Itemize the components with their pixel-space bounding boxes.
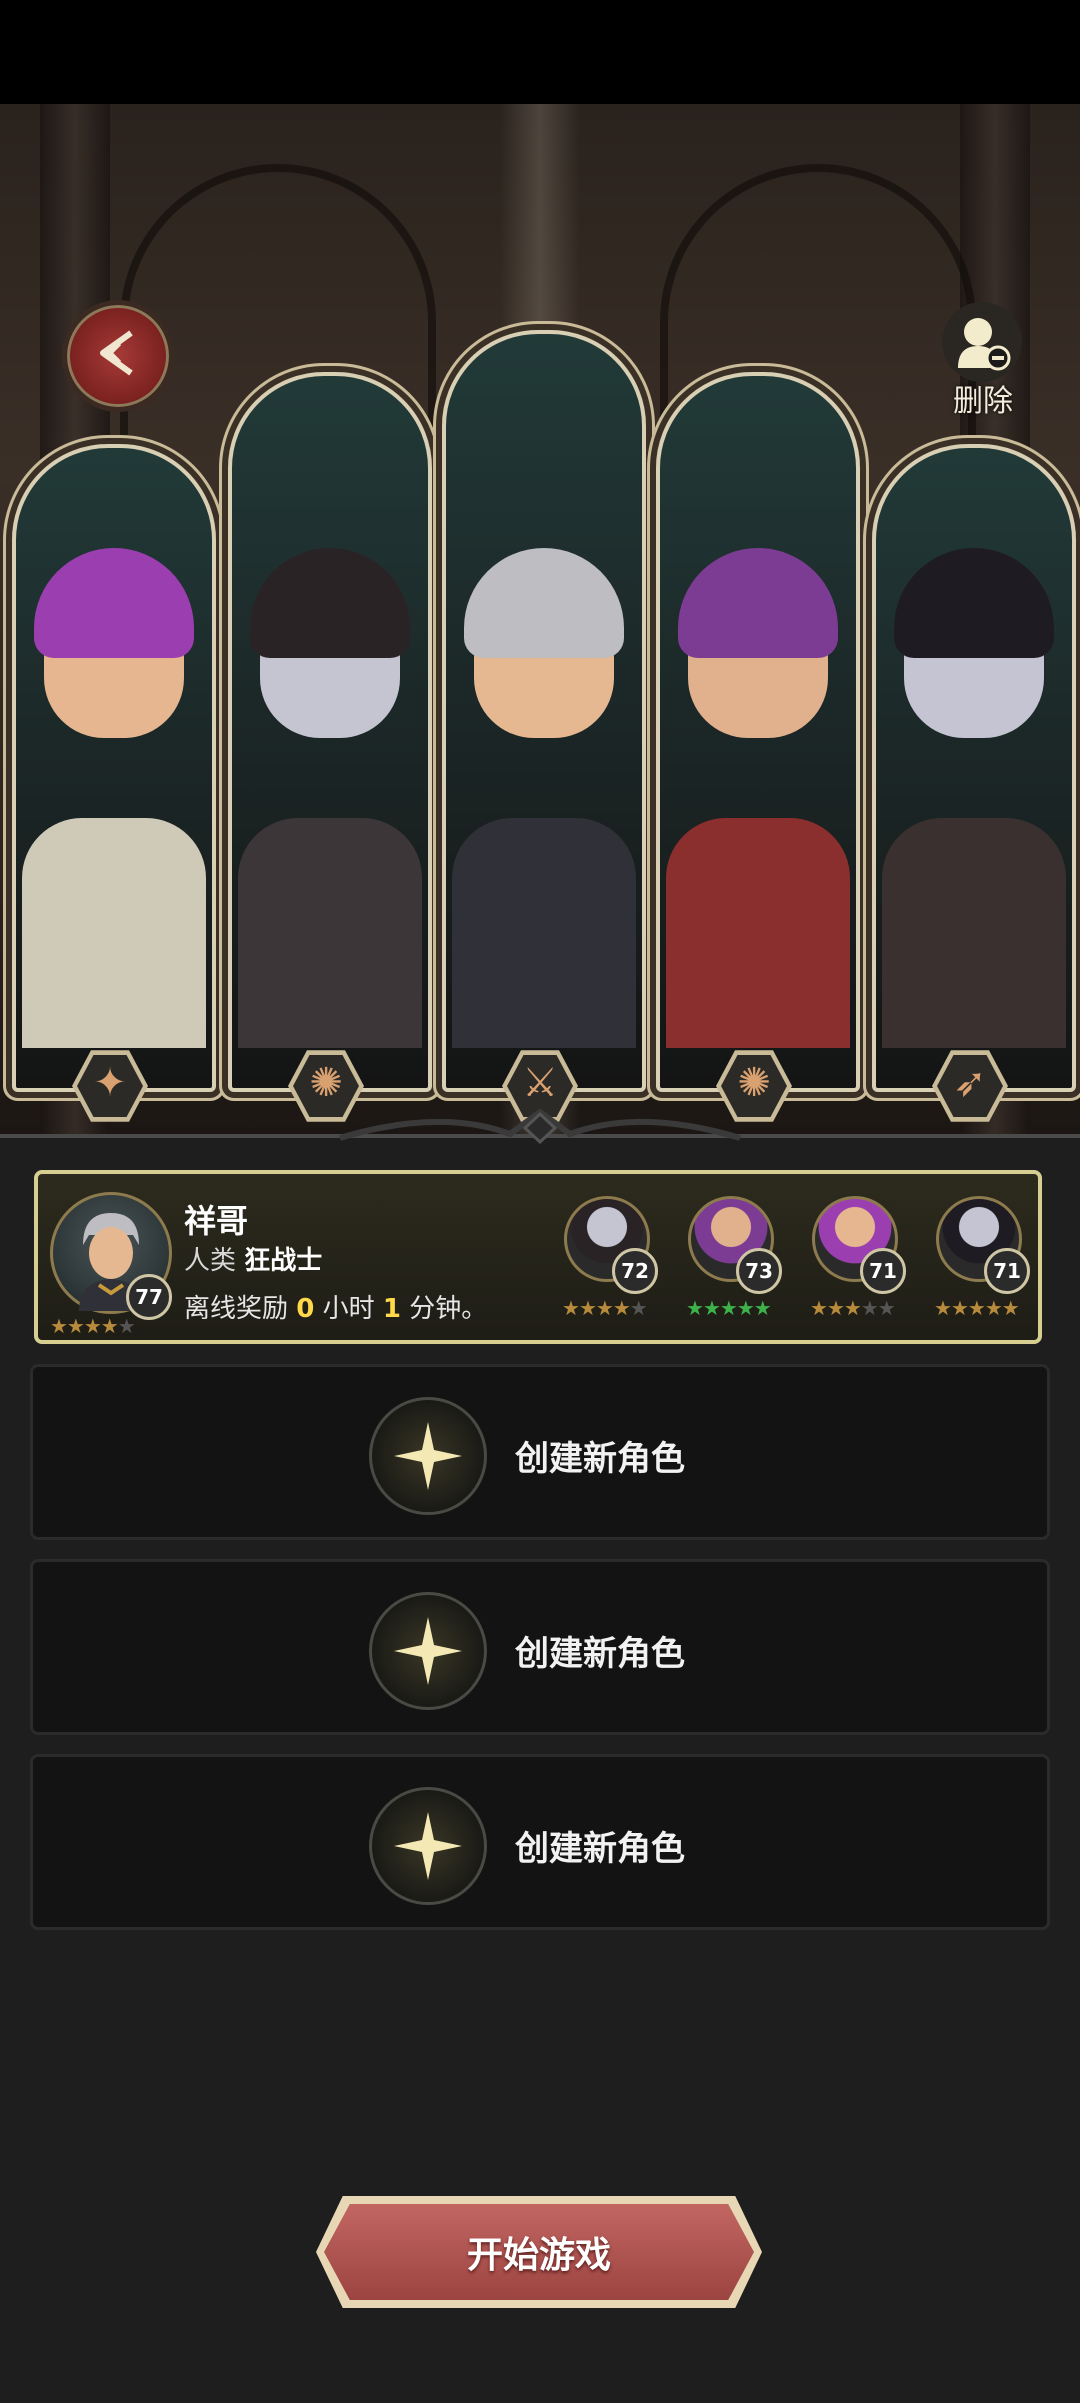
hero-hair — [250, 548, 410, 658]
hero-card[interactable]: ✦ — [12, 444, 216, 1122]
hero-body — [238, 818, 422, 1048]
team-member-level: 71 — [984, 1248, 1030, 1294]
team-member: 72 ★★★★★ — [554, 1196, 658, 1320]
hero-body — [22, 818, 206, 1048]
hero-card[interactable]: ⚔ — [442, 330, 646, 1122]
team-member: 73 ★★★★★ — [678, 1196, 782, 1320]
hero-hair — [464, 548, 624, 658]
start-game-label: 开始游戏 — [466, 2235, 611, 2276]
main-character-stars: ★★★★★ — [50, 1314, 136, 1338]
character-class: 狂战士 — [244, 1246, 323, 1276]
offline-minutes-unit: 分钟。 — [409, 1294, 488, 1324]
character-race: 人类 — [184, 1246, 237, 1276]
hero-body — [666, 818, 850, 1048]
character-name: 祥哥 — [184, 1202, 249, 1240]
offline-hours: 0 — [296, 1294, 315, 1324]
team-member-level: 71 — [860, 1248, 906, 1294]
create-character-slot[interactable]: 创建新角色 — [30, 1559, 1050, 1735]
create-character-label: 创建新角色 — [515, 1829, 685, 1869]
offline-reward-text: 离线奖励 0 小时 1 分钟。 — [184, 1288, 487, 1325]
team-member-stars: ★★★★★ — [934, 1296, 1020, 1320]
plus-icon — [369, 1397, 487, 1515]
offline-minutes: 1 — [382, 1294, 402, 1324]
delete-character-button[interactable]: 删除 — [938, 302, 1028, 419]
back-arrow-icon — [100, 330, 133, 376]
delete-character-icon — [942, 302, 1022, 382]
hero-body — [452, 818, 636, 1048]
hero-card[interactable]: ✺ — [228, 372, 432, 1122]
hero-showcase: 删除 ✦ ✺ ⚔ ✺ ➶ — [0, 104, 1080, 1134]
team-member-stars: ★★★★★ — [562, 1296, 648, 1320]
create-character-label: 创建新角色 — [515, 1634, 685, 1674]
hero-card[interactable]: ✺ — [656, 372, 860, 1122]
offline-hours-unit: 小时 — [322, 1294, 375, 1324]
create-character-slot[interactable]: 创建新角色 — [30, 1364, 1050, 1540]
create-character-label: 创建新角色 — [515, 1439, 685, 1479]
create-character-slot[interactable]: 创建新角色 — [30, 1754, 1050, 1930]
team-member-level: 72 — [612, 1248, 658, 1294]
offline-reward-label: 离线奖励 — [184, 1294, 289, 1324]
character-slot-selected[interactable]: 77 ★★★★★ 祥哥 人类 狂战士 离线奖励 0 小时 1 分钟。 72 ★★★… — [34, 1170, 1042, 1344]
bow-icon: ➶ — [932, 1048, 1008, 1124]
hero-card[interactable]: ➶ — [872, 444, 1076, 1122]
team-member: 71 ★★★★★ — [802, 1196, 906, 1320]
team-member: 71 ★★★★★ — [926, 1196, 1030, 1320]
status-bar — [0, 0, 1080, 104]
delete-label: 删除 — [953, 384, 1013, 419]
divider-ornament — [339, 1108, 741, 1145]
back-button[interactable] — [62, 300, 174, 412]
plus-icon — [369, 1787, 487, 1905]
hero-hair — [34, 548, 194, 658]
hero-body — [882, 818, 1066, 1048]
team-member-stars: ★★★★★ — [686, 1296, 772, 1320]
team-member-stars: ★★★★★ — [810, 1296, 896, 1320]
character-class-line: 人类 狂战士 — [184, 1240, 322, 1277]
start-game-button[interactable]: 开始游戏 — [316, 2196, 762, 2308]
team-member-level: 73 — [736, 1248, 782, 1294]
hero-hair — [678, 548, 838, 658]
hero-hair — [894, 548, 1054, 658]
plus-icon — [369, 1592, 487, 1710]
shield-icon: ✦ — [72, 1048, 148, 1124]
